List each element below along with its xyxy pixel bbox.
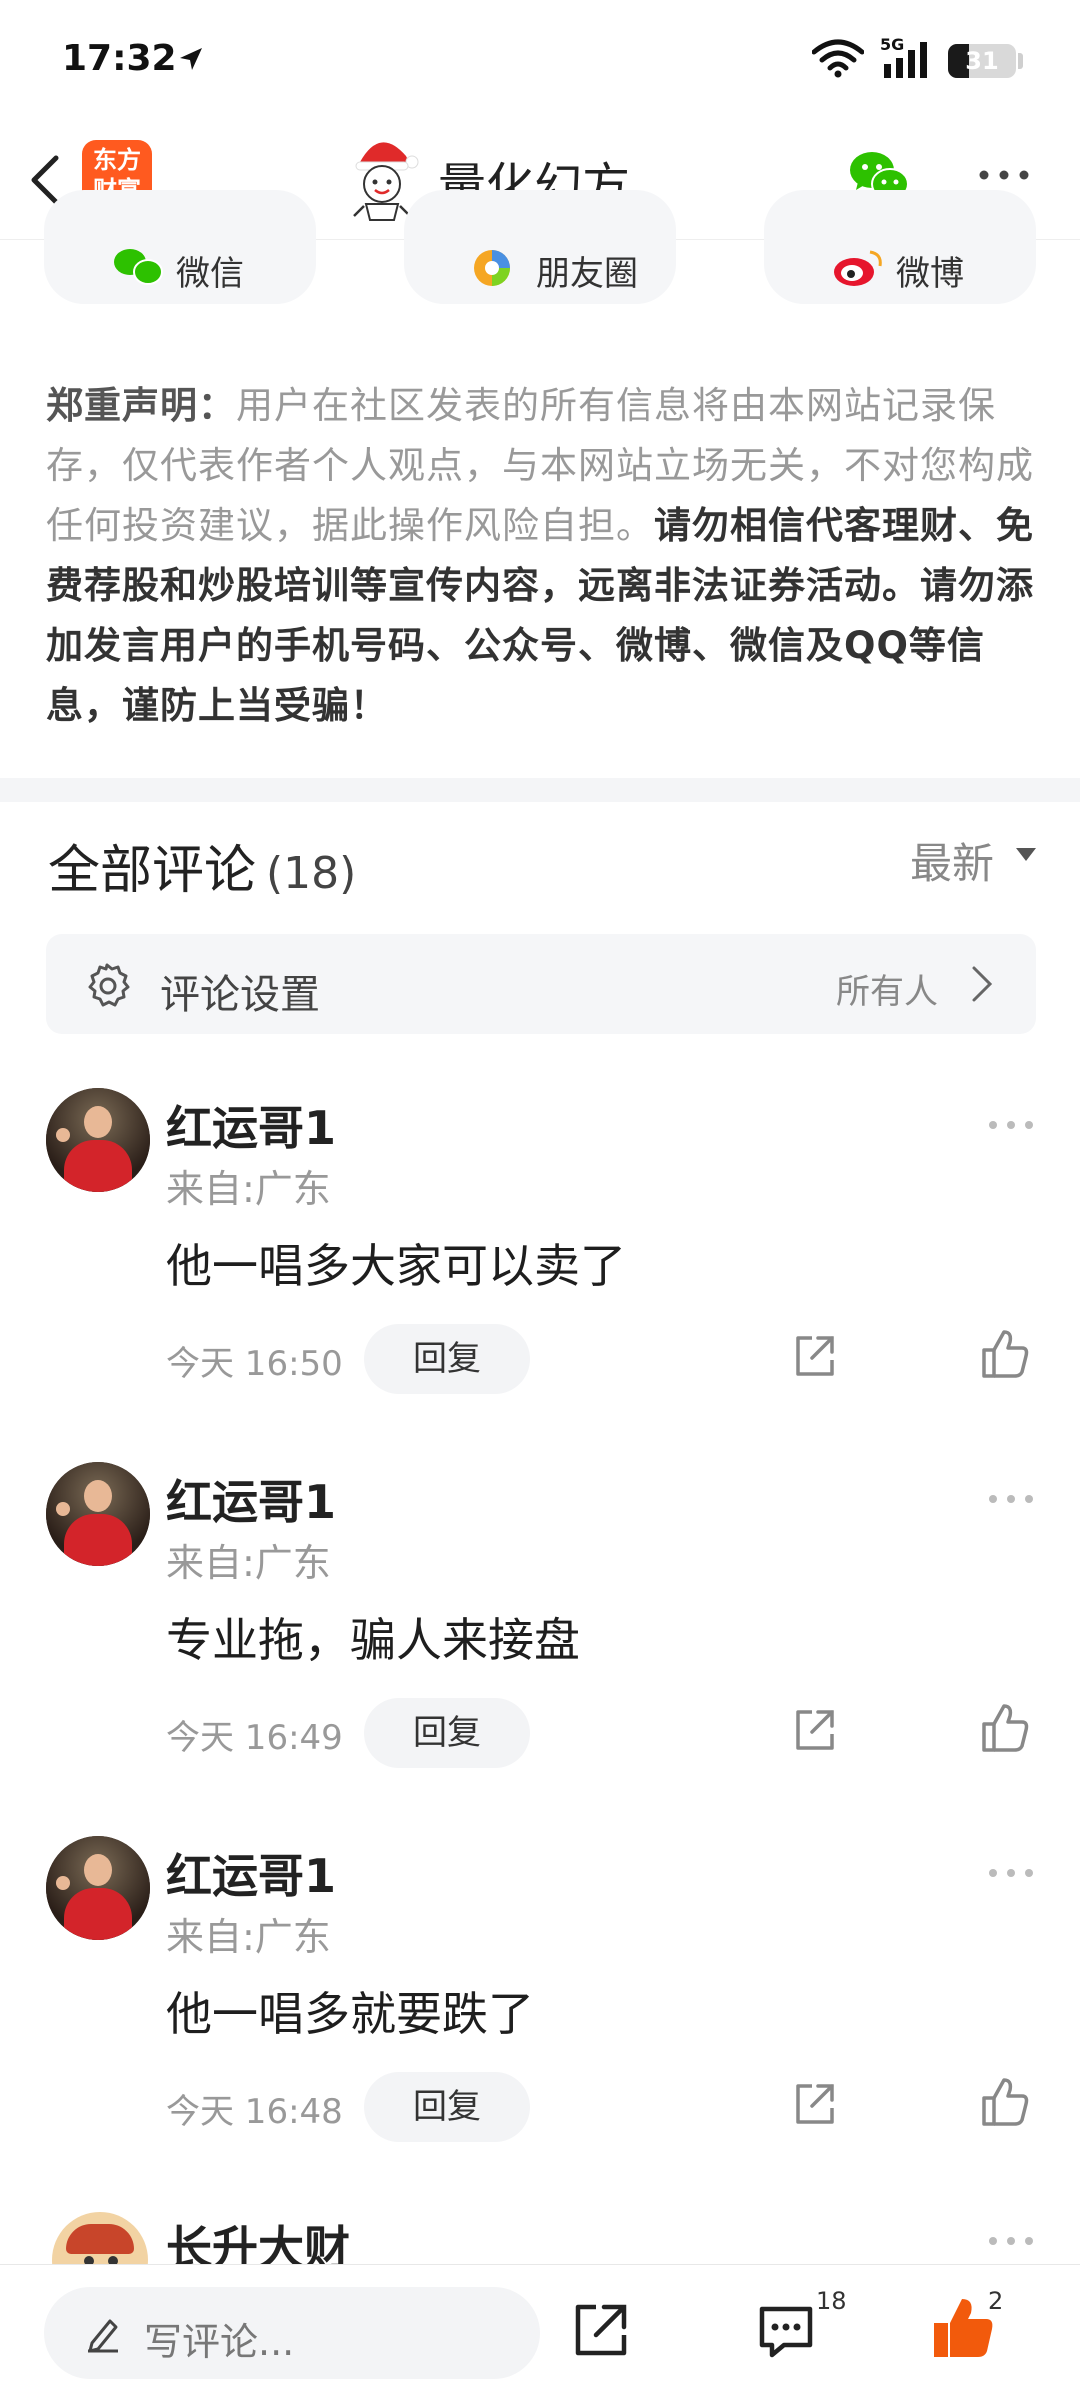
thumbs-up-icon[interactable]: [930, 2295, 996, 2361]
comment-author[interactable]: 长升大财: [166, 2212, 350, 2266]
more-options-icon[interactable]: [986, 2234, 1036, 2248]
chevron-right-icon: [972, 966, 993, 1002]
comment-icon[interactable]: [756, 2303, 816, 2359]
more-options-icon[interactable]: [976, 160, 1032, 190]
comment-settings-value: 所有人: [836, 972, 938, 1012]
network-label: 5G: [880, 35, 904, 54]
comment-author[interactable]: 红运哥1: [166, 1466, 336, 1532]
channel-avatar[interactable]: [344, 132, 420, 222]
share-moments-button[interactable]: 朋友圈: [404, 190, 676, 304]
avatar[interactable]: [46, 1836, 150, 1940]
like-count-badge: 2: [988, 2287, 1004, 2315]
thumbs-up-icon[interactable]: [980, 1702, 1030, 1754]
section-divider: [0, 778, 1080, 802]
comment-location: 来自:广东: [166, 1167, 331, 1211]
signal-5g-icon: 5G: [880, 35, 927, 78]
sort-dropdown[interactable]: 最新: [910, 830, 994, 891]
more-options-icon[interactable]: [986, 1866, 1036, 1880]
comment-item: 长升大财: [0, 2206, 1080, 2266]
comment-text: 专业拖，骗人来接盘: [166, 1613, 580, 1667]
navigation-icon: [180, 48, 202, 70]
gear-icon: [88, 963, 130, 1007]
status-time: 17:32: [62, 38, 177, 79]
reply-button[interactable]: 回复: [364, 2072, 530, 2142]
disclaimer-text: 郑重声明：用户在社区发表的所有信息将由本网站记录保存，仅代表作者个人观点，与本网…: [46, 376, 1038, 736]
battery-level: 31: [965, 47, 999, 75]
comment-item: 红运哥1 来自:广东 他一唱多大家可以卖了 今天 16:50 回复: [0, 1088, 1080, 1462]
weibo-icon: [834, 250, 882, 286]
comments-count: (18): [266, 848, 357, 899]
moments-icon: [474, 250, 510, 286]
comment-author[interactable]: 红运哥1: [166, 1092, 336, 1158]
comment-location: 来自:广东: [166, 1541, 331, 1585]
comment-input[interactable]: 写评论...: [44, 2287, 540, 2379]
status-bar: 17:32 5G 31: [0, 0, 1080, 120]
share-label: 朋友圈: [536, 254, 638, 294]
more-options-icon[interactable]: [986, 1118, 1036, 1132]
share-icon[interactable]: [572, 2301, 630, 2359]
share-label: 微博: [896, 254, 964, 294]
share-row: 微信 朋友圈 微博: [0, 190, 1080, 306]
share-weibo-button[interactable]: 微博: [764, 190, 1036, 304]
comment-time: 今天 16:49: [166, 1718, 343, 1758]
wifi-icon: [812, 39, 864, 78]
comments-title: 全部评论: [48, 841, 257, 901]
comment-text: 他一唱多就要跌了: [166, 1987, 534, 2041]
more-options-icon[interactable]: [986, 1492, 1036, 1506]
comment-placeholder: 写评论...: [144, 2320, 295, 2364]
share-label: 微信: [176, 254, 244, 294]
avatar[interactable]: [46, 1088, 150, 1192]
bottom-action-bar: 写评论... 18 2: [0, 2264, 1080, 2400]
reply-button[interactable]: 回复: [364, 1698, 530, 1768]
reply-button[interactable]: 回复: [364, 1324, 530, 1394]
comment-location: 来自:广东: [166, 1915, 331, 1959]
wechat-icon: [114, 249, 163, 285]
pencil-icon: [88, 2319, 118, 2353]
comment-author[interactable]: 红运哥1: [166, 1840, 336, 1906]
share-icon[interactable]: [792, 1332, 838, 1380]
share-wechat-button[interactable]: 微信: [44, 190, 316, 304]
battery-icon: 31: [948, 44, 1016, 78]
comments-header: 全部评论 (18): [48, 828, 356, 903]
share-icon[interactable]: [792, 1706, 838, 1754]
disclaimer-label: 郑重声明：: [46, 384, 236, 427]
comment-item: 红运哥1 来自:广东 他一唱多就要跌了 今天 16:48 回复: [0, 1836, 1080, 2210]
avatar[interactable]: [46, 1462, 150, 1566]
comment-settings-label: 评论设置: [160, 972, 320, 1018]
comment-text: 他一唱多大家可以卖了: [166, 1239, 626, 1293]
thumbs-up-icon[interactable]: [980, 1328, 1030, 1380]
comment-time: 今天 16:48: [166, 2092, 343, 2132]
comment-item: 红运哥1 来自:广东 专业拖，骗人来接盘 今天 16:49 回复: [0, 1462, 1080, 1836]
caret-down-icon[interactable]: [1016, 848, 1036, 861]
comment-time: 今天 16:50: [166, 1344, 343, 1384]
share-icon[interactable]: [792, 2080, 838, 2128]
battery-tip: [1018, 53, 1023, 69]
comment-settings-bar[interactable]: 评论设置 所有人: [46, 934, 1036, 1034]
avatar[interactable]: [52, 2212, 148, 2266]
comment-count-badge: 18: [816, 2287, 847, 2315]
thumbs-up-icon[interactable]: [980, 2076, 1030, 2128]
